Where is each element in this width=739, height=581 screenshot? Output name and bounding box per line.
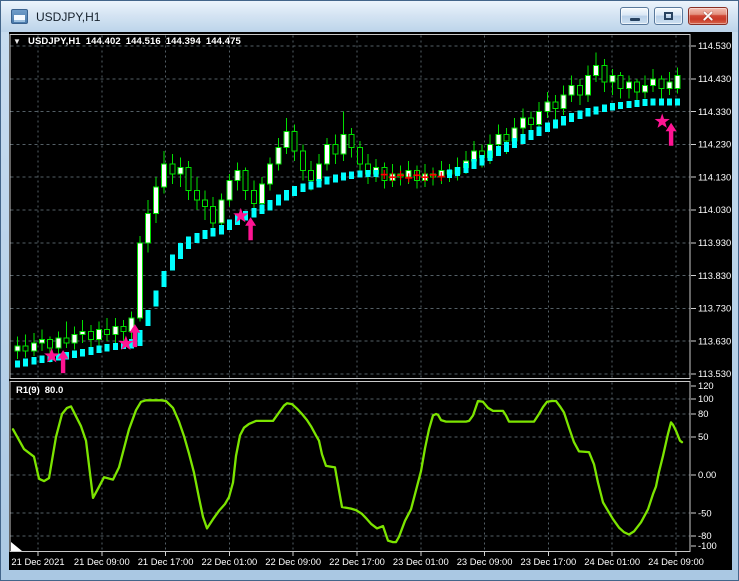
- chart-canvas[interactable]: 114.530 114.430 114.330 114.230 114.130 114.0…: [9, 32, 732, 570]
- indicator-level-value: 80.0: [44, 385, 64, 396]
- pane-corner-grip: [11, 542, 22, 551]
- close-button[interactable]: [688, 7, 728, 25]
- oscillator-axis-label: 50: [698, 431, 708, 442]
- time-axis-label: 22 Dec 01:00: [202, 556, 258, 567]
- price-axis-label: 114.530: [698, 40, 731, 51]
- candles-layer: [14, 52, 681, 363]
- price-axis-label: 114.330: [698, 106, 731, 117]
- chart-window: USDJPY,H1 114.530 114.430 114.330 114.230 11…: [0, 0, 739, 581]
- close-icon: [702, 11, 714, 21]
- price-axis-label: 114.130: [698, 171, 731, 182]
- time-axis-label: 23 Dec 09:00: [457, 556, 513, 567]
- chart-symbol-header: ▼ USDJPY,H1 144.402 144.516 144.394 144.…: [13, 36, 241, 47]
- low-value: 144.394: [165, 36, 201, 47]
- oscillator-axis-label: -100: [698, 540, 717, 551]
- price-axis-label: 113.730: [698, 303, 731, 314]
- window-titlebar[interactable]: USDJPY,H1: [1, 1, 738, 32]
- time-axis-label: 22 Dec 17:00: [329, 556, 385, 567]
- oscillator-layer: [11, 399, 684, 544]
- close-value: 144.475: [205, 36, 241, 47]
- window-title: USDJPY,H1: [36, 9, 101, 24]
- price-axis-label: 114.030: [698, 204, 731, 215]
- indicator-label: R1(9) 80.0: [16, 385, 63, 396]
- restore-button[interactable]: [654, 7, 683, 25]
- chart-document-icon: [11, 9, 28, 24]
- time-axis-label: 21 Dec 09:00: [74, 556, 130, 567]
- price-axis-label: 114.230: [698, 139, 731, 150]
- buy-signal-star: [654, 113, 670, 128]
- oscillator-axis-label: 120: [698, 380, 714, 391]
- symbol-dropdown-icon[interactable]: ▼: [13, 37, 21, 46]
- time-axis-label: 21 Dec 17:00: [138, 556, 194, 567]
- indicator-name: R1(9): [16, 385, 40, 396]
- oscillator-axis-label: 80: [698, 408, 708, 419]
- oscillator-axis-label: -50: [698, 507, 712, 518]
- symbol-label: USDJPY,H1: [28, 36, 81, 47]
- price-axis-label: 113.630: [698, 335, 731, 346]
- open-value: 144.402: [85, 36, 121, 47]
- time-axis-label: 24 Dec 09:00: [648, 556, 704, 567]
- time-axis-label: 22 Dec 09:00: [265, 556, 321, 567]
- buy-signal-arrow: [665, 122, 677, 146]
- price-axis-label: 114.430: [698, 73, 731, 84]
- price-axis-label: 113.830: [698, 270, 731, 281]
- axis-layer: 114.530 114.430 114.330 114.230 114.130 114.0…: [11, 40, 731, 567]
- time-axis-label: 23 Dec 17:00: [521, 556, 577, 567]
- minimize-icon: [629, 17, 640, 21]
- high-value: 144.516: [125, 36, 161, 47]
- chart-client-area: 114.530 114.430 114.330 114.230 114.130 114.0…: [9, 32, 732, 570]
- oscillator-axis-label: 0.00: [698, 469, 716, 480]
- time-axis-label: 23 Dec 01:00: [393, 556, 449, 567]
- oscillator-axis-label: 100: [698, 393, 714, 404]
- time-axis-label: 24 Dec 01:00: [584, 556, 640, 567]
- restore-icon: [664, 12, 673, 20]
- window-controls: [620, 7, 728, 25]
- price-axis-label: 113.930: [698, 237, 731, 248]
- minimize-button[interactable]: [620, 7, 649, 25]
- price-axis-label: 113.530: [698, 368, 731, 379]
- time-axis-label: 21 Dec 2021: [11, 556, 64, 567]
- oscillator-line: [11, 399, 684, 544]
